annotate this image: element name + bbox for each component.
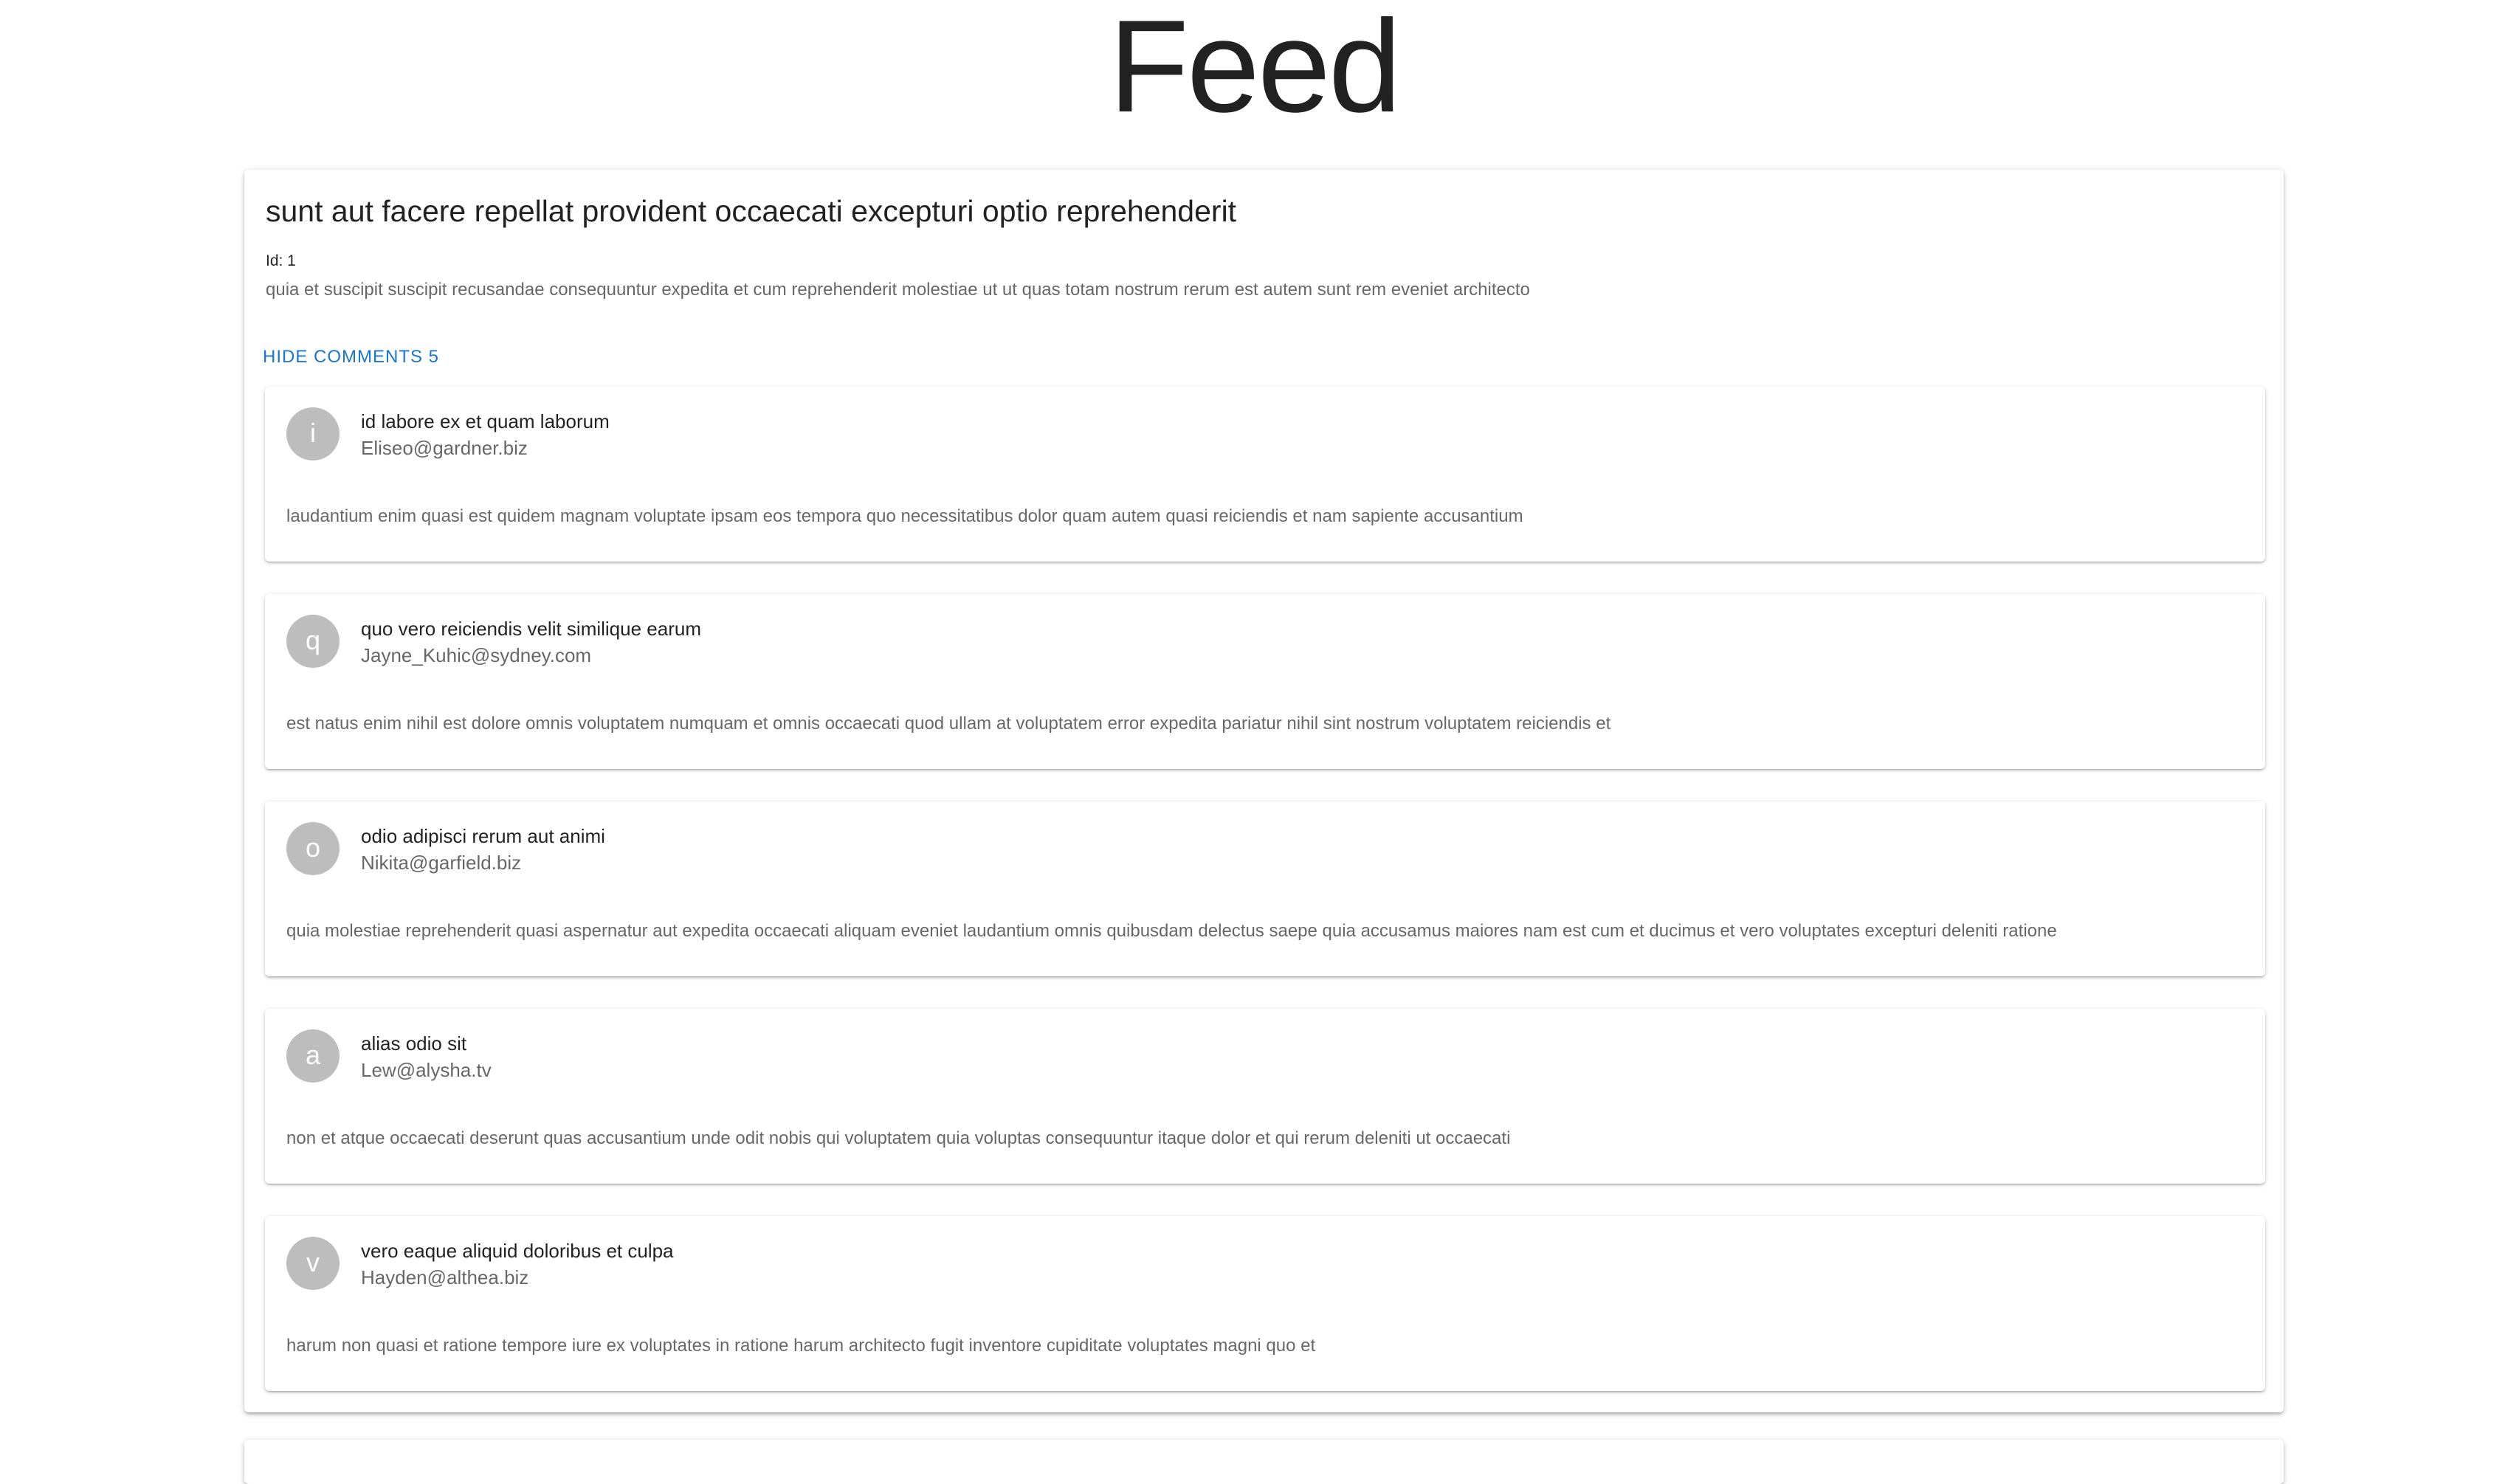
page-title: Feed [1109, 0, 1402, 139]
comment-body: est natus enim nihil est dolore omnis vo… [286, 714, 1611, 734]
avatar: v [286, 1237, 340, 1290]
comment-email: Nikita@garfield.biz [361, 852, 522, 874]
comment-email: Lew@alysha.tv [361, 1059, 492, 1081]
comment-name: vero eaque aliquid doloribus et culpa [361, 1240, 674, 1262]
comment-card: q quo vero reiciendis velit similique ea… [265, 594, 2265, 769]
avatar: q [286, 615, 340, 668]
avatar: i [286, 407, 340, 460]
comment-card: i id labore ex et quam laborum Eliseo@ga… [265, 387, 2265, 562]
next-post-card [244, 1440, 2284, 1484]
post-id: Id: 1 [266, 252, 296, 269]
comment-name: quo vero reiciendis velit similique earu… [361, 618, 701, 640]
comment-body: laudantium enim quasi est quidem magnam … [286, 506, 1523, 526]
comment-email: Jayne_Kuhic@sydney.com [361, 644, 592, 666]
post-card: sunt aut facere repellat provident occae… [244, 170, 2284, 1412]
comment-email: Eliseo@gardner.biz [361, 437, 528, 459]
comment-card: o odio adipisci rerum aut animi Nikita@g… [265, 801, 2265, 976]
comment-body: harum non quasi et ratione tempore iure … [286, 1336, 1316, 1356]
post-title: sunt aut facere repellat provident occae… [266, 194, 1237, 228]
comment-card: a alias odio sit Lew@alysha.tv non et at… [265, 1009, 2265, 1184]
comment-body: quia molestiae reprehenderit quasi asper… [286, 921, 2057, 941]
comment-name: odio adipisci rerum aut animi [361, 825, 605, 847]
post-body: quia et suscipit suscipit recusandae con… [266, 280, 1530, 300]
avatar: o [286, 822, 340, 875]
avatar: a [286, 1029, 340, 1083]
comment-name: id labore ex et quam laborum [361, 410, 610, 432]
hide-comments-button[interactable]: HIDE COMMENTS 5 [257, 338, 445, 376]
comment-list: i id labore ex et quam laborum Eliseo@ga… [265, 387, 2265, 1423]
comment-name: alias odio sit [361, 1032, 467, 1055]
comment-card: v vero eaque aliquid doloribus et culpa … [265, 1216, 2265, 1391]
comment-email: Hayden@althea.biz [361, 1266, 529, 1288]
comment-body: non et atque occaecati deserunt quas acc… [286, 1128, 1511, 1148]
